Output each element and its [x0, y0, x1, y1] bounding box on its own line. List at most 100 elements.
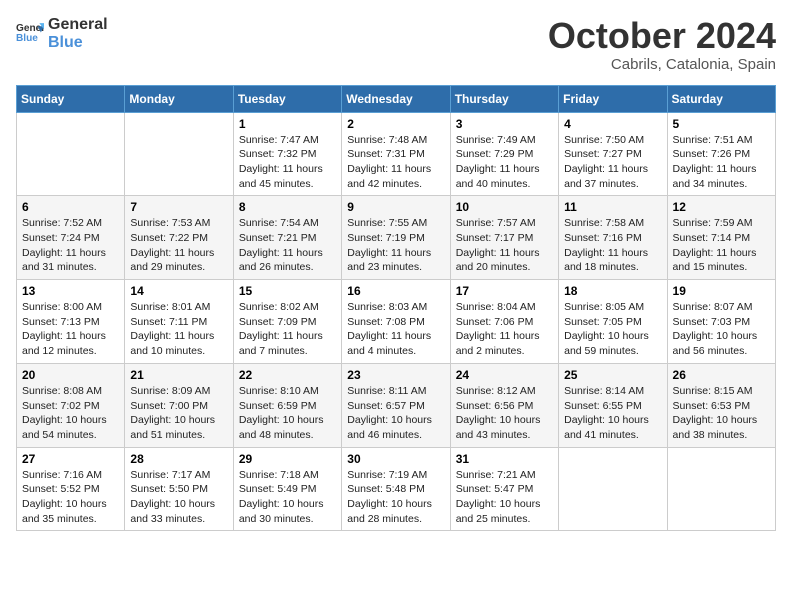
day-cell — [17, 112, 125, 196]
day-info: Sunrise: 7:19 AM Sunset: 5:48 PM Dayligh… — [347, 468, 444, 527]
location: Cabrils, Catalonia, Spain — [548, 56, 776, 73]
day-number: 10 — [456, 200, 553, 214]
day-cell: 5 Sunrise: 7:51 AM Sunset: 7:26 PM Daylig… — [667, 112, 775, 196]
day-info: Sunrise: 7:52 AM Sunset: 7:24 PM Dayligh… — [22, 216, 119, 275]
day-info: Sunrise: 7:59 AM Sunset: 7:14 PM Dayligh… — [673, 216, 770, 275]
col-header-thursday: Thursday — [450, 85, 558, 112]
day-cell: 28Sunrise: 7:17 AM Sunset: 5:50 PM Dayli… — [125, 447, 233, 531]
day-cell: 16 Sunrise: 8:03 AM Sunset: 7:08 PM Dayli… — [342, 280, 450, 364]
day-cell: 19 Sunrise: 8:07 AM Sunset: 7:03 PM Dayli… — [667, 280, 775, 364]
day-cell — [125, 112, 233, 196]
day-number: 16 — [347, 284, 444, 298]
day-cell — [667, 447, 775, 531]
day-info: Sunrise: 7:17 AM Sunset: 5:50 PM Dayligh… — [130, 468, 227, 527]
col-header-sunday: Sunday — [17, 85, 125, 112]
week-row-1: 1 Sunrise: 7:47 AM Sunset: 7:32 PM Daylig… — [17, 112, 776, 196]
day-number: 30 — [347, 452, 444, 466]
col-header-monday: Monday — [125, 85, 233, 112]
day-number: 3 — [456, 117, 553, 131]
day-cell: 27 Sunrise: 7:16 AM Sunset: 5:52 PM Dayli… — [17, 447, 125, 531]
day-cell: 23 Sunrise: 8:11 AM Sunset: 6:57 PM Dayli… — [342, 363, 450, 447]
day-number: 6 — [22, 200, 119, 214]
logo-blue: Blue — [48, 34, 108, 52]
day-cell: 20 Sunrise: 8:08 AM Sunset: 7:02 PM Dayli… — [17, 363, 125, 447]
day-info: Sunrise: 7:48 AM Sunset: 7:31 PM Dayligh… — [347, 133, 444, 192]
day-number: 11 — [564, 200, 661, 214]
day-info: Sunrise: 8:07 AM Sunset: 7:03 PM Dayligh… — [673, 300, 770, 359]
day-number: 25 — [564, 368, 661, 382]
logo: General Blue General Blue — [16, 16, 108, 51]
day-info: Sunrise: 7:47 AM Sunset: 7:32 PM Dayligh… — [239, 133, 336, 192]
day-info: Sunrise: 8:03 AM Sunset: 7:08 PM Dayligh… — [347, 300, 444, 359]
day-info: Sunrise: 8:10 AM Sunset: 6:59 PM Dayligh… — [239, 384, 336, 443]
day-info: Sunrise: 7:51 AM Sunset: 7:26 PM Dayligh… — [673, 133, 770, 192]
calendar-table: SundayMondayTuesdayWednesdayThursdayFrid… — [16, 85, 776, 532]
week-row-5: 27 Sunrise: 7:16 AM Sunset: 5:52 PM Dayli… — [17, 447, 776, 531]
day-info: Sunrise: 8:01 AM Sunset: 7:11 PM Dayligh… — [130, 300, 227, 359]
day-info: Sunrise: 8:00 AM Sunset: 7:13 PM Dayligh… — [22, 300, 119, 359]
week-row-3: 13Sunrise: 8:00 AM Sunset: 7:13 PM Dayli… — [17, 280, 776, 364]
day-number: 5 — [673, 117, 770, 131]
day-number: 4 — [564, 117, 661, 131]
col-header-wednesday: Wednesday — [342, 85, 450, 112]
day-info: Sunrise: 8:08 AM Sunset: 7:02 PM Dayligh… — [22, 384, 119, 443]
day-number: 24 — [456, 368, 553, 382]
day-info: Sunrise: 7:18 AM Sunset: 5:49 PM Dayligh… — [239, 468, 336, 527]
header-row: SundayMondayTuesdayWednesdayThursdayFrid… — [17, 85, 776, 112]
day-cell: 2Sunrise: 7:48 AM Sunset: 7:31 PM Daylig… — [342, 112, 450, 196]
day-info: Sunrise: 7:50 AM Sunset: 7:27 PM Dayligh… — [564, 133, 661, 192]
week-row-4: 20 Sunrise: 8:08 AM Sunset: 7:02 PM Dayli… — [17, 363, 776, 447]
day-number: 29 — [239, 452, 336, 466]
day-number: 9 — [347, 200, 444, 214]
day-cell: 1 Sunrise: 7:47 AM Sunset: 7:32 PM Daylig… — [233, 112, 341, 196]
day-number: 19 — [673, 284, 770, 298]
day-info: Sunrise: 8:12 AM Sunset: 6:56 PM Dayligh… — [456, 384, 553, 443]
day-info: Sunrise: 8:04 AM Sunset: 7:06 PM Dayligh… — [456, 300, 553, 359]
day-info: Sunrise: 8:02 AM Sunset: 7:09 PM Dayligh… — [239, 300, 336, 359]
day-cell: 24 Sunrise: 8:12 AM Sunset: 6:56 PM Dayli… — [450, 363, 558, 447]
day-number: 26 — [673, 368, 770, 382]
day-cell: 10Sunrise: 7:57 AM Sunset: 7:17 PM Dayli… — [450, 196, 558, 280]
day-number: 17 — [456, 284, 553, 298]
day-cell: 3 Sunrise: 7:49 AM Sunset: 7:29 PM Daylig… — [450, 112, 558, 196]
day-number: 12 — [673, 200, 770, 214]
day-number: 18 — [564, 284, 661, 298]
day-cell: 12 Sunrise: 7:59 AM Sunset: 7:14 PM Dayli… — [667, 196, 775, 280]
logo-general: General — [48, 16, 108, 34]
day-info: Sunrise: 7:16 AM Sunset: 5:52 PM Dayligh… — [22, 468, 119, 527]
day-number: 14 — [130, 284, 227, 298]
day-cell: 15 Sunrise: 8:02 AM Sunset: 7:09 PM Dayli… — [233, 280, 341, 364]
day-info: Sunrise: 8:05 AM Sunset: 7:05 PM Dayligh… — [564, 300, 661, 359]
title-block: October 2024 Cabrils, Catalonia, Spain — [548, 16, 776, 73]
week-row-2: 6 Sunrise: 7:52 AM Sunset: 7:24 PM Daylig… — [17, 196, 776, 280]
day-number: 20 — [22, 368, 119, 382]
day-info: Sunrise: 8:09 AM Sunset: 7:00 PM Dayligh… — [130, 384, 227, 443]
day-info: Sunrise: 7:55 AM Sunset: 7:19 PM Dayligh… — [347, 216, 444, 275]
day-number: 15 — [239, 284, 336, 298]
day-info: Sunrise: 8:11 AM Sunset: 6:57 PM Dayligh… — [347, 384, 444, 443]
col-header-friday: Friday — [559, 85, 667, 112]
month-title: October 2024 — [548, 16, 776, 56]
day-number: 22 — [239, 368, 336, 382]
day-info: Sunrise: 7:21 AM Sunset: 5:47 PM Dayligh… — [456, 468, 553, 527]
day-cell: 18 Sunrise: 8:05 AM Sunset: 7:05 PM Dayli… — [559, 280, 667, 364]
col-header-tuesday: Tuesday — [233, 85, 341, 112]
day-info: Sunrise: 8:14 AM Sunset: 6:55 PM Dayligh… — [564, 384, 661, 443]
day-info: Sunrise: 8:15 AM Sunset: 6:53 PM Dayligh… — [673, 384, 770, 443]
day-info: Sunrise: 7:49 AM Sunset: 7:29 PM Dayligh… — [456, 133, 553, 192]
day-cell: 11 Sunrise: 7:58 AM Sunset: 7:16 PM Dayli… — [559, 196, 667, 280]
day-number: 1 — [239, 117, 336, 131]
day-cell: 29 Sunrise: 7:18 AM Sunset: 5:49 PM Dayli… — [233, 447, 341, 531]
day-cell: 4 Sunrise: 7:50 AM Sunset: 7:27 PM Daylig… — [559, 112, 667, 196]
day-cell: 7Sunrise: 7:53 AM Sunset: 7:22 PM Daylig… — [125, 196, 233, 280]
day-cell: 31 Sunrise: 7:21 AM Sunset: 5:47 PM Dayli… — [450, 447, 558, 531]
day-number: 31 — [456, 452, 553, 466]
day-info: Sunrise: 7:53 AM Sunset: 7:22 PM Dayligh… — [130, 216, 227, 275]
day-cell: 26 Sunrise: 8:15 AM Sunset: 6:53 PM Dayli… — [667, 363, 775, 447]
day-cell — [559, 447, 667, 531]
day-cell: 22 Sunrise: 8:10 AM Sunset: 6:59 PM Dayli… — [233, 363, 341, 447]
day-info: Sunrise: 7:58 AM Sunset: 7:16 PM Dayligh… — [564, 216, 661, 275]
day-number: 23 — [347, 368, 444, 382]
day-cell: 25 Sunrise: 8:14 AM Sunset: 6:55 PM Dayli… — [559, 363, 667, 447]
day-number: 27 — [22, 452, 119, 466]
